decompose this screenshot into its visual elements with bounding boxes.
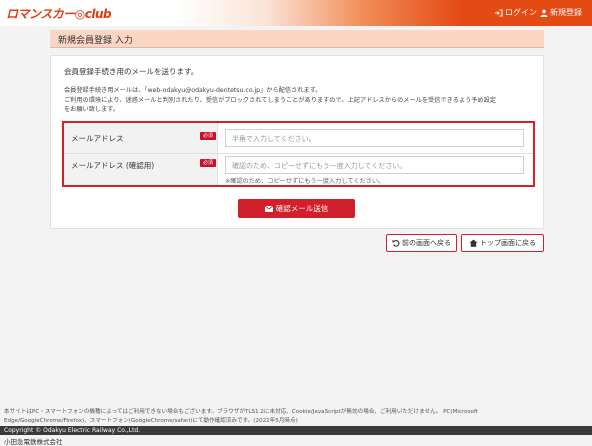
required-badge: 必須 <box>200 132 216 140</box>
footer-note-1: 本サイトはPC・スマートフォンの機種によってはご利用できない場合もございます。ブ… <box>4 409 479 415</box>
email-form: メールアドレス 必須 半角で入力してください。 メールアドレス (確認用) 必須… <box>62 121 535 187</box>
confirm-email-label: メールアドレス (確認用) <box>71 161 155 170</box>
intro-text: 会員登録手続き用のメールを送ります。 <box>64 67 199 76</box>
envelope-icon <box>264 205 273 212</box>
footer-note-2: Edge/GoogleChrome/Firefox)、スマートフォン(Googl… <box>4 418 298 424</box>
back-button[interactable]: 前の画面へ戻る <box>386 234 457 252</box>
undo-icon <box>392 239 400 247</box>
register-link[interactable]: 新規登録 <box>540 7 582 18</box>
top-button-label: トップ画面に戻る <box>480 239 536 247</box>
confirm-label-cell: メールアドレス (確認用) 必須 <box>64 154 218 185</box>
site-header: ロマンスカー◎club ログイン 新規登録 <box>0 0 592 26</box>
send-button-label: 確認メール送信 <box>275 204 329 213</box>
site-logo[interactable]: ロマンスカー◎club <box>6 5 112 22</box>
user-icon <box>540 9 548 17</box>
email-label: メールアドレス <box>71 134 124 143</box>
confirm-hint: ※確認のため、コピーせずにもう一度入力してください。 <box>225 178 385 185</box>
top-page-button[interactable]: トップ画面に戻る <box>461 234 544 252</box>
email-row: メールアドレス 必須 半角で入力してください。 <box>64 123 533 154</box>
spam-note-cont: をお願い致します。 <box>64 106 120 113</box>
email-label-cell: メールアドレス 必須 <box>64 123 218 153</box>
confirm-row: メールアドレス (確認用) 必須 確認のため、コピーせずにもう一度入力してくださ… <box>64 154 533 185</box>
login-label: ログイン <box>505 8 537 17</box>
confirm-email-input[interactable]: 確認のため、コピーせずにもう一度入力してください。 <box>225 156 524 174</box>
sign-in-icon <box>495 8 503 17</box>
sender-note: 会員登録手続き用メールは、「web-odakyu@odakyu-dentetsu… <box>64 87 322 94</box>
copyright-bar: Copyright © Odakyu Electric Railway Co.,… <box>0 426 592 435</box>
back-button-label: 前の画面へ戻る <box>402 239 451 247</box>
email-input[interactable]: 半角で入力してください。 <box>225 129 524 147</box>
registration-panel: 会員登録手続き用のメールを送ります。 会員登録手続き用メールは、「web-oda… <box>50 55 544 229</box>
spam-note: ご利用の環境により、迷惑メールと判別されたり、受信がブロックされてしまうことがあ… <box>64 97 496 104</box>
send-confirmation-button[interactable]: 確認メール送信 <box>238 199 355 218</box>
page-title: 新規会員登録 入力 <box>50 30 544 48</box>
login-link[interactable]: ログイン <box>494 7 537 18</box>
company-name: 小田急電鉄株式会社 <box>4 438 63 446</box>
home-icon <box>469 239 478 247</box>
required-badge: 必須 <box>200 159 216 167</box>
register-label: 新規登録 <box>550 8 582 17</box>
